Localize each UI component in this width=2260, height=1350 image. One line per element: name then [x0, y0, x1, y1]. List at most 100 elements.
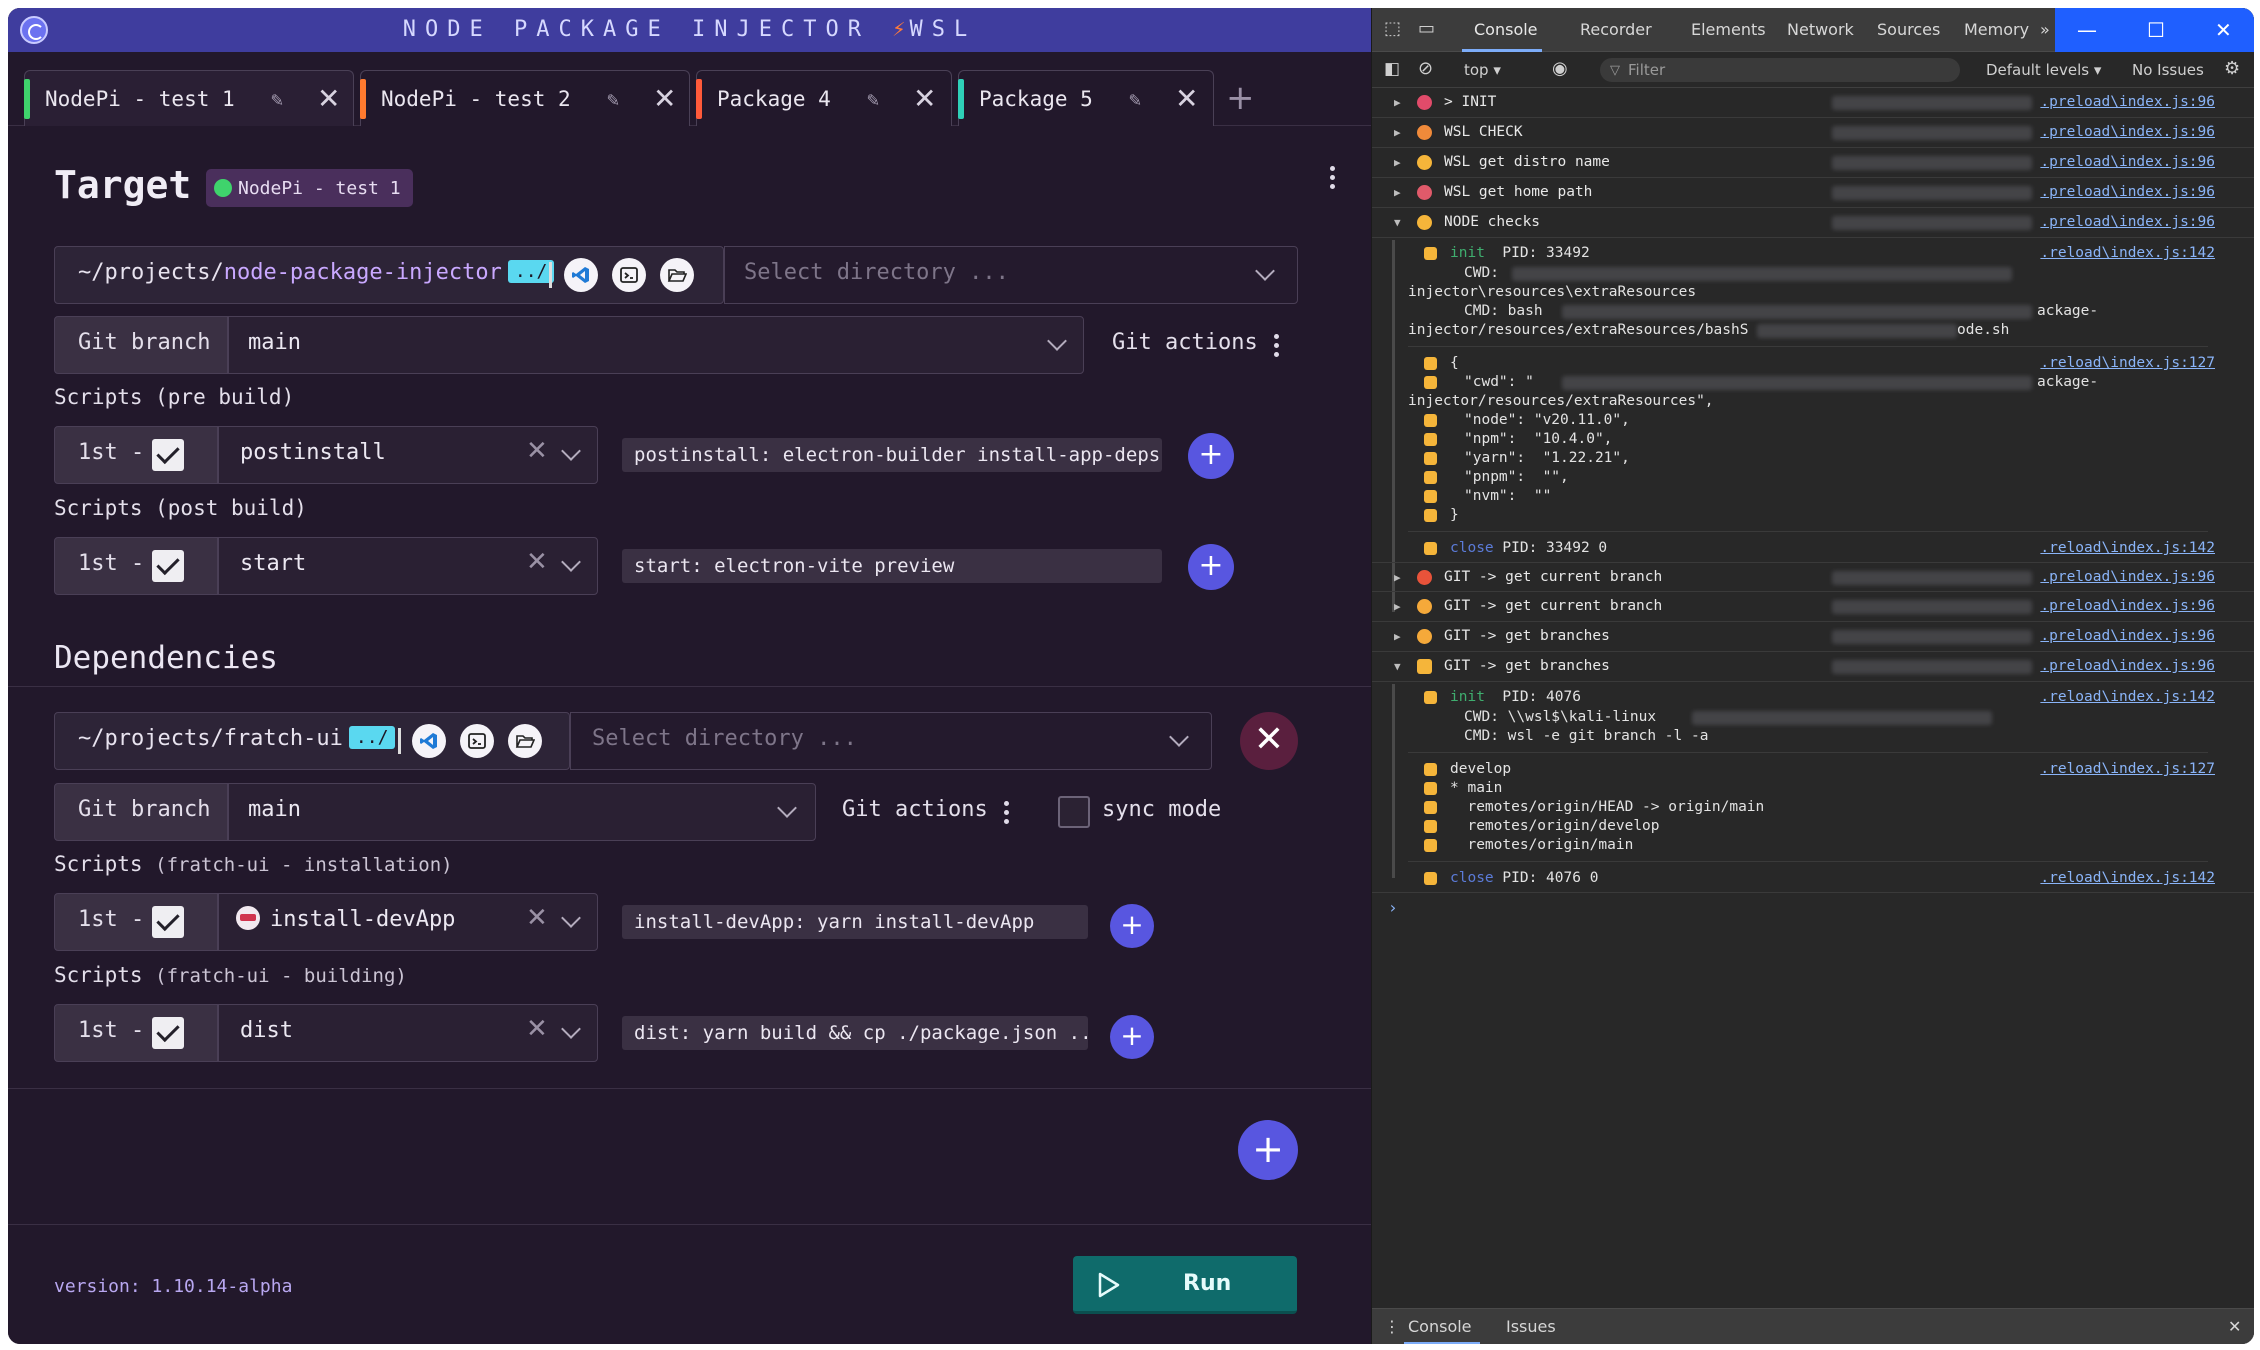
sync-mode-checkbox[interactable] [1058, 796, 1090, 828]
parent-dir-button[interactable]: ../ [348, 726, 396, 749]
clear-icon[interactable]: ✕ [526, 436, 548, 466]
folder-open-icon[interactable] [660, 258, 694, 292]
vscode-icon[interactable] [412, 724, 446, 758]
more-options-icon[interactable] [1330, 166, 1336, 193]
pencil-icon[interactable]: ✎ [271, 87, 283, 111]
close-icon[interactable]: ✕ [913, 82, 936, 115]
expand-triangle-icon[interactable]: ▶ [1394, 571, 1401, 584]
script-enabled-checkbox[interactable] [152, 906, 184, 938]
console-row[interactable]: ▼ NODE checks .preload\index.js:96 [1372, 208, 2254, 238]
close-icon[interactable]: ✕ [653, 82, 676, 115]
devtools-tab-elements[interactable]: Elements [1691, 8, 1766, 52]
minimize-icon[interactable]: — [2077, 8, 2097, 52]
devtools-tab-memory[interactable]: Memory [1964, 8, 2029, 52]
script-enabled-checkbox[interactable] [152, 550, 184, 582]
close-icon[interactable]: ✕ [1175, 82, 1198, 115]
close-window-icon[interactable]: ✕ [2215, 8, 2232, 52]
tab-nodepi-test-1[interactable]: NodePi - test 1 ✎ ✕ [24, 70, 354, 126]
source-link[interactable]: .reload\index.js:142 [2040, 540, 2215, 556]
console-row[interactable]: ▶ WSL CHECK .preload\index.js:96 [1372, 118, 2254, 148]
console-row[interactable]: ▶ GIT -> get current branch .preload\ind… [1372, 562, 2254, 592]
add-tab-plus-icon[interactable]: + [1226, 78, 1255, 118]
run-button[interactable]: Run [1073, 1256, 1297, 1314]
source-link[interactable]: .reload\index.js:142 [2040, 870, 2215, 886]
parent-dir-button[interactable]: ../ [507, 260, 555, 283]
folder-open-icon[interactable] [508, 724, 542, 758]
console-row[interactable]: ▶ > INIT .preload\index.js:96 [1372, 88, 2254, 118]
git-branch-select[interactable] [228, 783, 816, 841]
add-script-plus-icon[interactable]: + [1188, 433, 1234, 479]
expand-triangle-icon[interactable]: ▶ [1394, 186, 1401, 199]
devtools-tab-recorder[interactable]: Recorder [1580, 8, 1652, 52]
source-link[interactable]: .preload\index.js:96 [2040, 214, 2215, 230]
git-actions-button[interactable]: Git actions [1112, 330, 1258, 355]
expand-triangle-icon[interactable]: ▶ [1394, 600, 1401, 613]
add-script-plus-icon[interactable]: + [1110, 1015, 1154, 1059]
source-link[interactable]: .preload\index.js:96 [2040, 124, 2215, 140]
console-row[interactable]: ▶ WSL get distro name .preload\index.js:… [1372, 148, 2254, 178]
tab-package-5[interactable]: Package 5 ✎ ✕ [958, 70, 1214, 126]
vscode-icon[interactable] [564, 258, 598, 292]
close-drawer-icon[interactable]: ✕ [2228, 1309, 2241, 1344]
source-link[interactable]: .reload\index.js:142 [2040, 689, 2215, 705]
expand-triangle-icon[interactable]: ▶ [1394, 156, 1401, 169]
source-link[interactable]: .preload\index.js:96 [2040, 598, 2215, 614]
remove-dependency-close-icon[interactable]: ✕ [1240, 712, 1298, 770]
add-dependency-plus-icon[interactable]: + [1238, 1120, 1298, 1180]
clear-icon[interactable]: ✕ [526, 547, 548, 577]
clear-icon[interactable]: ✕ [526, 903, 548, 933]
drawer-tab-issues[interactable]: Issues [1506, 1309, 1556, 1344]
issues-counter[interactable]: No Issues [2132, 52, 2204, 88]
collapse-triangle-icon[interactable]: ▼ [1394, 660, 1401, 673]
console-row[interactable]: ▼ GIT -> get branches .preload\index.js:… [1372, 652, 2254, 682]
console-row[interactable]: ▶ GIT -> get current branch .preload\ind… [1372, 592, 2254, 622]
context-select[interactable]: top ▾ [1464, 52, 1501, 88]
clear-console-icon[interactable]: ⊘ [1418, 58, 1433, 79]
add-script-plus-icon[interactable]: + [1188, 544, 1234, 590]
source-link[interactable]: .preload\index.js:96 [2040, 658, 2215, 674]
tab-nodepi-test-2[interactable]: NodePi - test 2 ✎ ✕ [360, 70, 690, 126]
log-levels-select[interactable]: Default levels ▾ [1986, 52, 2101, 88]
devtools-tab-console[interactable]: Console [1474, 8, 1538, 52]
script-enabled-checkbox[interactable] [152, 439, 184, 471]
git-actions-menu-icon[interactable] [1274, 334, 1280, 361]
more-tabs-chevron-icon[interactable]: » [2040, 8, 2050, 52]
git-actions-button[interactable]: Git actions [842, 797, 988, 822]
add-script-plus-icon[interactable]: + [1110, 904, 1154, 948]
source-link[interactable]: .preload\index.js:96 [2040, 94, 2215, 110]
eye-icon[interactable]: ◉ [1552, 58, 1568, 79]
source-link[interactable]: .preload\index.js:96 [2040, 628, 2215, 644]
expand-triangle-icon[interactable]: ▶ [1394, 126, 1401, 139]
devtools-tab-network[interactable]: Network [1787, 8, 1854, 52]
pencil-icon[interactable]: ✎ [1129, 87, 1141, 111]
drawer-tab-console[interactable]: Console [1408, 1309, 1472, 1344]
close-icon[interactable]: ✕ [317, 82, 340, 115]
pencil-icon[interactable]: ✎ [867, 87, 879, 111]
sidebar-toggle-icon[interactable]: ◧ [1384, 59, 1400, 79]
git-branch-select[interactable] [228, 316, 1084, 374]
source-link[interactable]: .reload\index.js:142 [2040, 245, 2215, 261]
console-row[interactable]: ▶ GIT -> get branches .preload\index.js:… [1372, 622, 2254, 652]
settings-gear-icon[interactable]: ⚙ [2224, 58, 2240, 79]
tab-package-4[interactable]: Package 4 ✎ ✕ [696, 70, 952, 126]
source-link[interactable]: .preload\index.js:96 [2040, 569, 2215, 585]
source-link[interactable]: .reload\index.js:127 [2040, 761, 2215, 777]
source-link[interactable]: .reload\index.js:127 [2040, 355, 2215, 371]
collapse-triangle-icon[interactable]: ▼ [1394, 216, 1401, 229]
terminal-icon[interactable] [612, 258, 646, 292]
console-row[interactable]: ▶ WSL get home path .preload\index.js:96 [1372, 178, 2254, 208]
clear-icon[interactable]: ✕ [526, 1014, 548, 1044]
console-filter-input[interactable]: Filter ▽ [1600, 58, 1960, 82]
script-enabled-checkbox[interactable] [152, 1017, 184, 1049]
drawer-menu-icon[interactable]: ⋮ [1384, 1309, 1400, 1344]
pencil-icon[interactable]: ✎ [607, 87, 619, 111]
expand-triangle-icon[interactable]: ▶ [1394, 630, 1401, 643]
git-actions-menu-icon[interactable] [1004, 801, 1010, 828]
source-link[interactable]: .preload\index.js:96 [2040, 184, 2215, 200]
maximize-icon[interactable]: ☐ [2147, 8, 2165, 52]
devtools-tab-sources[interactable]: Sources [1877, 8, 1940, 52]
console-prompt-chevron-icon[interactable]: › [1388, 898, 1398, 917]
terminal-icon[interactable] [460, 724, 494, 758]
source-link[interactable]: .preload\index.js:96 [2040, 154, 2215, 170]
device-toolbar-icon[interactable]: ▭ [1418, 18, 1435, 39]
